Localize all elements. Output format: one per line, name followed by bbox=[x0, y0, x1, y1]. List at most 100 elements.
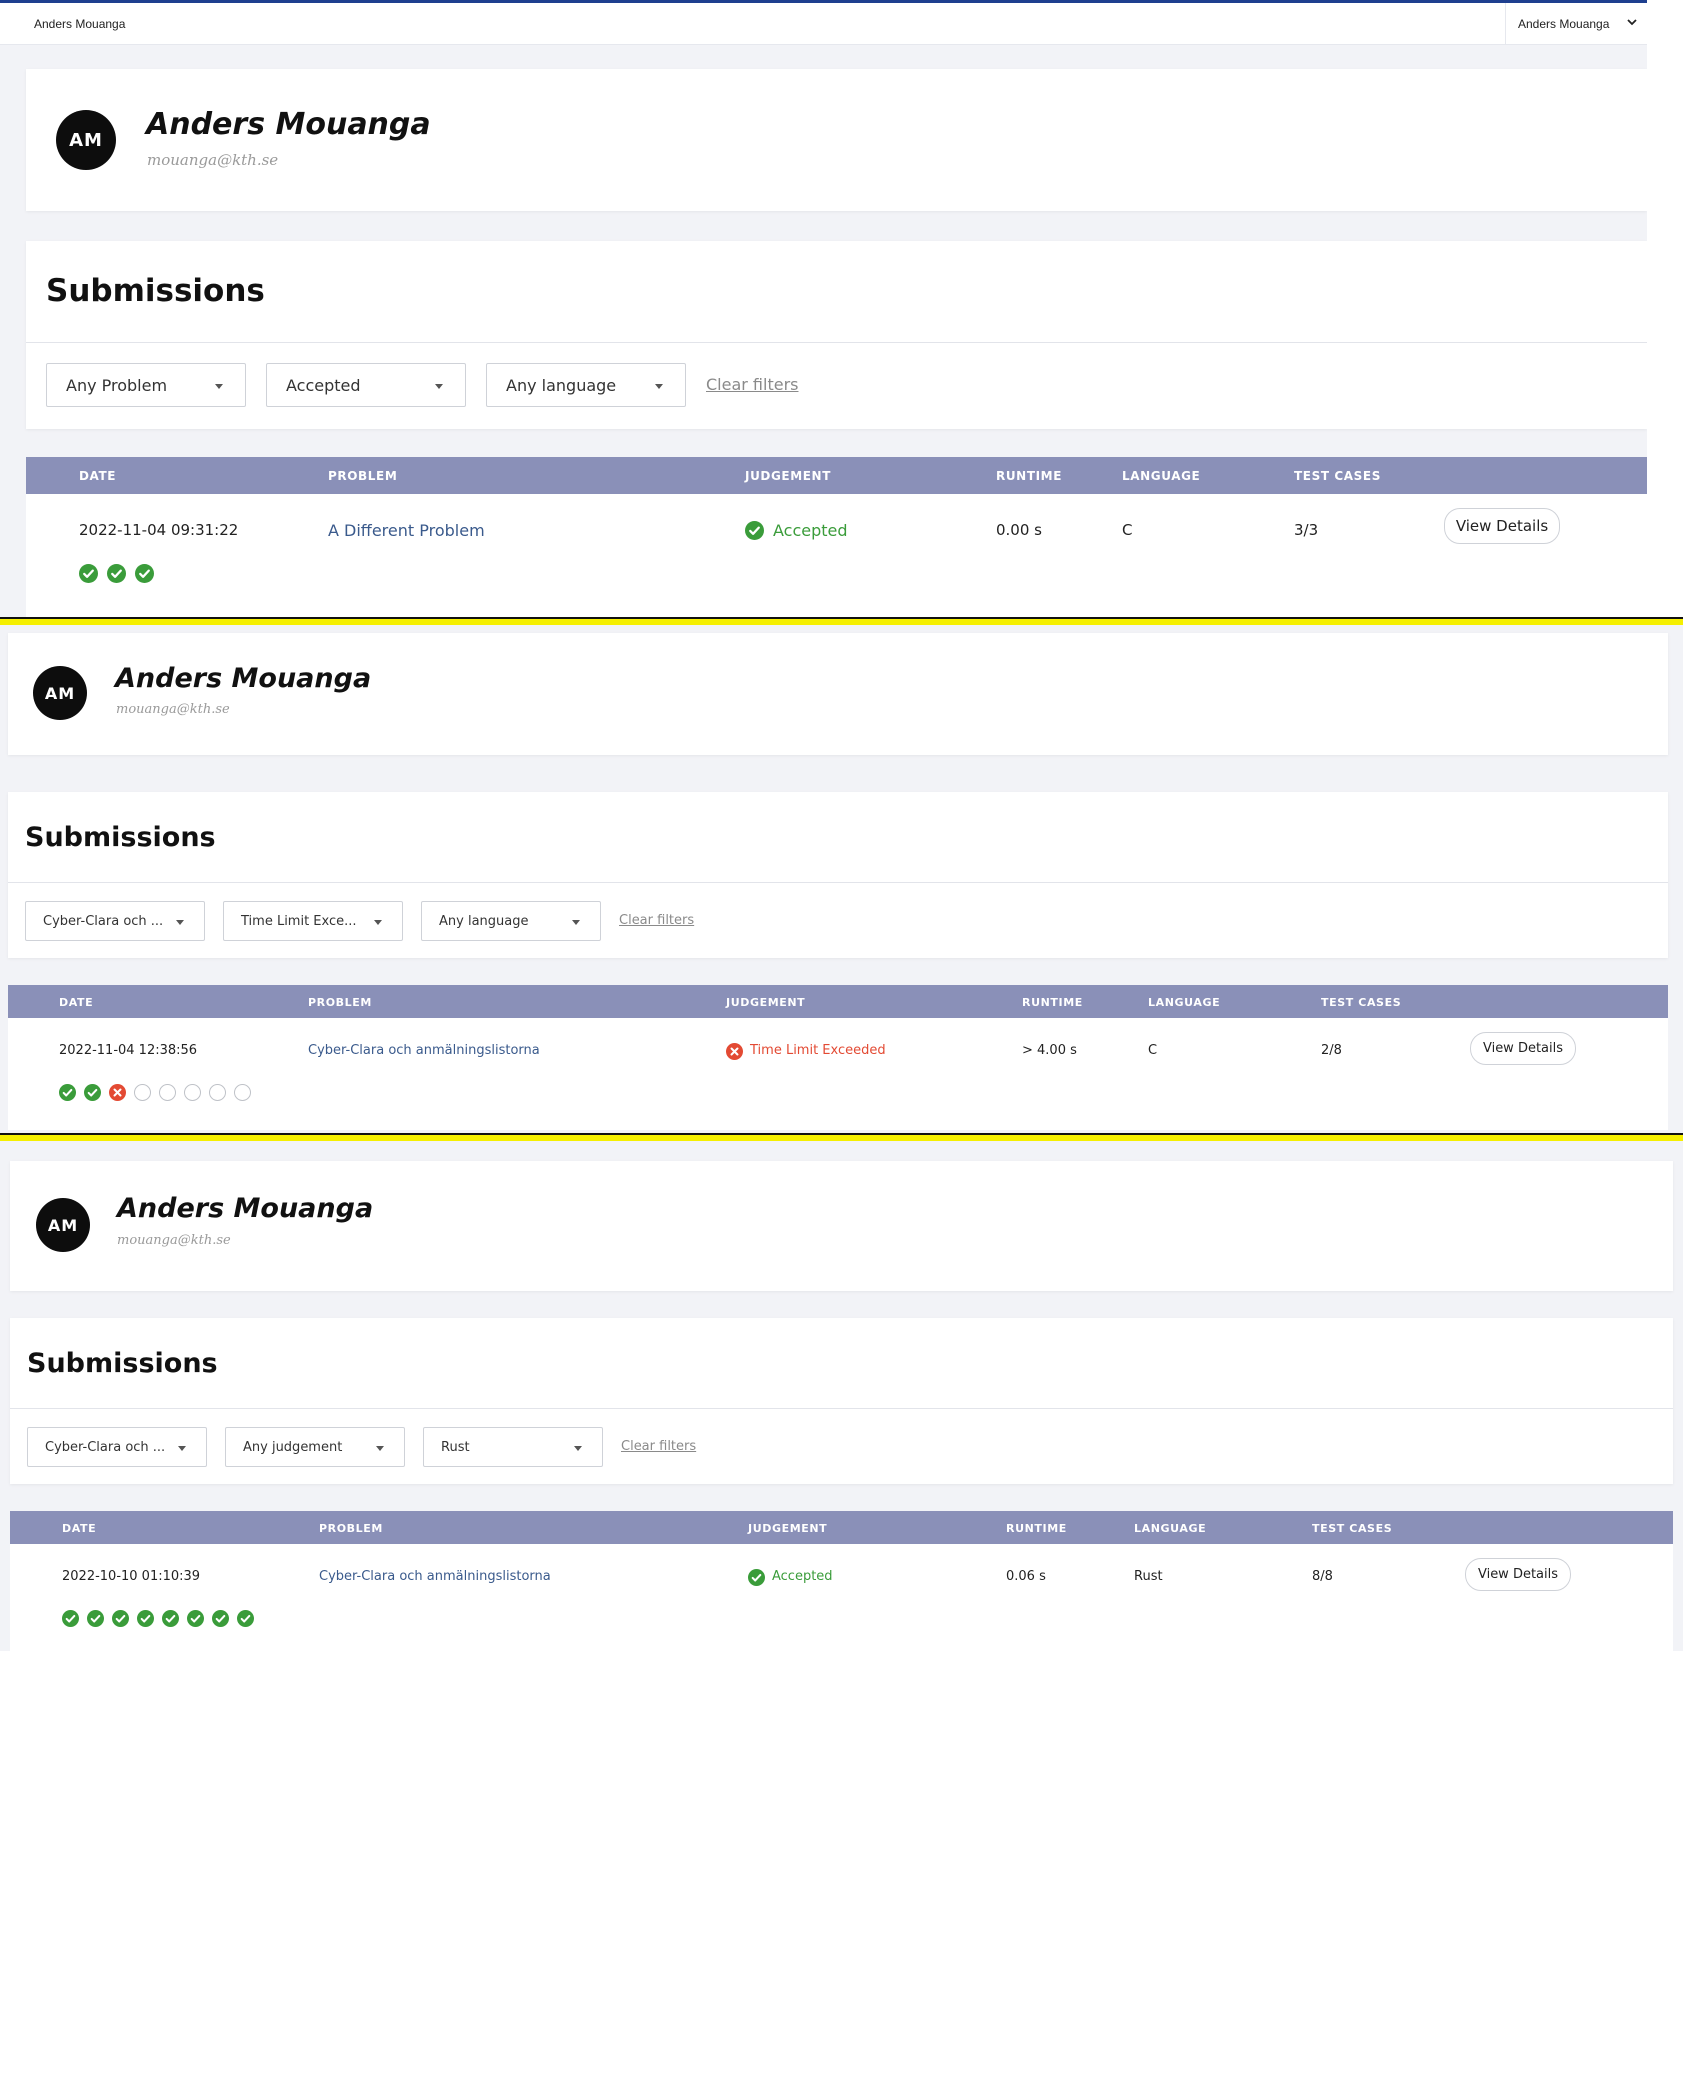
language-filter-dropdown[interactable]: Any language bbox=[486, 363, 686, 407]
profile-card: AM Anders Mouanga mouanga@kth.se bbox=[8, 633, 1668, 755]
row-problem-link[interactable]: A Different Problem bbox=[328, 521, 485, 540]
row-problem-link[interactable]: Cyber-Clara och anmälningslistorna bbox=[308, 1043, 540, 1058]
check-circle-icon bbox=[748, 1569, 765, 1586]
submissions-table: DATE PROBLEM JUDGEMENT RUNTIME LANGUAGE … bbox=[26, 457, 1647, 620]
submissions-table: DATE PROBLEM JUDGEMENT RUNTIME LANGUAGE … bbox=[10, 1511, 1673, 1651]
header-test-cases: TEST CASES bbox=[1294, 469, 1381, 483]
submissions-table: DATE PROBLEM JUDGEMENT RUNTIME LANGUAGE … bbox=[8, 985, 1668, 1130]
test-pass-icon bbox=[162, 1610, 179, 1627]
language-filter-value: Any language bbox=[439, 913, 529, 929]
row-test-cases: 8/8 bbox=[1312, 1569, 1333, 1584]
test-pass-icon bbox=[62, 1610, 79, 1627]
problem-filter-value: Cyber-Clara och ... bbox=[45, 1439, 166, 1455]
check-circle-icon bbox=[745, 521, 764, 540]
header-test-cases: TEST CASES bbox=[1321, 996, 1402, 1009]
card-divider bbox=[8, 882, 1668, 883]
test-pending-icon bbox=[234, 1084, 251, 1101]
judgement-filter-dropdown[interactable]: Any judgement bbox=[225, 1427, 405, 1467]
test-pending-icon bbox=[184, 1084, 201, 1101]
caret-down-icon bbox=[178, 1446, 186, 1451]
row-problem-link[interactable]: Cyber-Clara och anmälningslistorna bbox=[319, 1569, 551, 1584]
profile-email: mouanga@kth.se bbox=[117, 1233, 231, 1248]
view-details-button[interactable]: View Details bbox=[1470, 1032, 1576, 1065]
caret-down-icon bbox=[215, 384, 223, 389]
test-pending-icon bbox=[134, 1084, 151, 1101]
caret-down-icon bbox=[176, 920, 184, 925]
language-filter-dropdown[interactable]: Rust bbox=[423, 1427, 603, 1467]
test-pass-icon bbox=[107, 564, 126, 583]
test-pass-icon bbox=[237, 1610, 254, 1627]
header-judgement: JUDGEMENT bbox=[748, 1522, 828, 1535]
test-pending-icon bbox=[209, 1084, 226, 1101]
view-details-button[interactable]: View Details bbox=[1465, 1558, 1571, 1591]
clear-filters-link[interactable]: Clear filters bbox=[706, 375, 798, 394]
header-problem: PROBLEM bbox=[319, 1522, 383, 1535]
judgement-filter-dropdown[interactable]: Accepted bbox=[266, 363, 466, 407]
screenshot-panel-2: AM Anders Mouanga mouanga@kth.se Submiss… bbox=[0, 625, 1683, 1135]
problem-filter-dropdown[interactable]: Cyber-Clara och ... bbox=[25, 901, 205, 941]
test-pass-icon bbox=[79, 564, 98, 583]
row-date: 2022-11-04 09:31:22 bbox=[79, 521, 239, 539]
row-judgement: Time Limit Exceeded bbox=[750, 1043, 886, 1058]
caret-down-icon bbox=[572, 920, 580, 925]
header-date: DATE bbox=[59, 996, 94, 1009]
caret-down-icon bbox=[376, 1446, 384, 1451]
clear-filters-link[interactable]: Clear filters bbox=[619, 913, 694, 928]
card-divider bbox=[10, 1408, 1673, 1409]
user-menu-dropdown[interactable]: Anders Mouanga bbox=[1505, 3, 1647, 45]
test-pending-icon bbox=[159, 1084, 176, 1101]
profile-card: AM Anders Mouanga mouanga@kth.se bbox=[26, 69, 1647, 211]
test-fail-icon bbox=[109, 1084, 126, 1101]
row-judgement: Accepted bbox=[773, 521, 848, 540]
top-navbar: Anders Mouanga Anders Mouanga bbox=[0, 0, 1647, 45]
screenshot-panel-3: AM Anders Mouanga mouanga@kth.se Submiss… bbox=[0, 1141, 1683, 1651]
avatar: AM bbox=[56, 110, 116, 170]
header-runtime: RUNTIME bbox=[1022, 996, 1083, 1009]
profile-email: mouanga@kth.se bbox=[116, 702, 230, 717]
submissions-title: Submissions bbox=[46, 273, 265, 309]
judgement-filter-value: Any judgement bbox=[243, 1439, 343, 1455]
screenshot-panel-1: AM Anders Mouanga mouanga@kth.se Submiss… bbox=[0, 45, 1647, 620]
row-language: C bbox=[1148, 1043, 1158, 1058]
submissions-card: Submissions Any Problem Accepted Any lan… bbox=[26, 241, 1647, 429]
header-runtime: RUNTIME bbox=[1006, 1522, 1067, 1535]
judgement-filter-value: Time Limit Exce... bbox=[241, 913, 357, 929]
problem-filter-value: Any Problem bbox=[66, 375, 168, 395]
language-filter-value: Rust bbox=[441, 1439, 470, 1455]
row-language: C bbox=[1122, 521, 1133, 539]
table-header: DATE PROBLEM JUDGEMENT RUNTIME LANGUAGE … bbox=[10, 1511, 1673, 1544]
submissions-card: Submissions Cyber-Clara och ... Time Lim… bbox=[8, 792, 1668, 958]
profile-card: AM Anders Mouanga mouanga@kth.se bbox=[10, 1161, 1673, 1291]
row-language: Rust bbox=[1134, 1569, 1163, 1584]
view-details-button[interactable]: View Details bbox=[1444, 508, 1560, 544]
clear-filters-link[interactable]: Clear filters bbox=[621, 1439, 696, 1454]
language-filter-value: Any language bbox=[506, 375, 617, 395]
caret-down-icon bbox=[374, 920, 382, 925]
header-date: DATE bbox=[62, 1522, 97, 1535]
test-pass-icon bbox=[137, 1610, 154, 1627]
composite-screenshot: Anders Mouanga Anders Mouanga AM Anders … bbox=[0, 0, 1683, 2084]
header-test-cases: TEST CASES bbox=[1312, 1522, 1393, 1535]
submissions-title: Submissions bbox=[27, 1348, 218, 1379]
header-judgement: JUDGEMENT bbox=[745, 469, 831, 483]
test-pass-icon bbox=[59, 1084, 76, 1101]
problem-filter-dropdown[interactable]: Cyber-Clara och ... bbox=[27, 1427, 207, 1467]
judgement-filter-value: Accepted bbox=[286, 375, 361, 395]
language-filter-dropdown[interactable]: Any language bbox=[421, 901, 601, 941]
card-divider bbox=[26, 342, 1647, 343]
header-judgement: JUDGEMENT bbox=[726, 996, 806, 1009]
caret-down-icon bbox=[574, 1446, 582, 1451]
test-pass-icon bbox=[187, 1610, 204, 1627]
header-language: LANGUAGE bbox=[1134, 1522, 1207, 1535]
header-date: DATE bbox=[79, 469, 117, 483]
error-circle-icon bbox=[726, 1043, 743, 1060]
judgement-filter-dropdown[interactable]: Time Limit Exce... bbox=[223, 901, 403, 941]
caret-down-icon bbox=[435, 384, 443, 389]
header-problem: PROBLEM bbox=[308, 996, 372, 1009]
test-pass-icon bbox=[84, 1084, 101, 1101]
problem-filter-dropdown[interactable]: Any Problem bbox=[46, 363, 246, 407]
problem-filter-value: Cyber-Clara och ... bbox=[43, 913, 164, 929]
test-pass-icon bbox=[87, 1610, 104, 1627]
avatar: AM bbox=[36, 1198, 90, 1252]
profile-name: Anders Mouanga bbox=[115, 663, 372, 694]
